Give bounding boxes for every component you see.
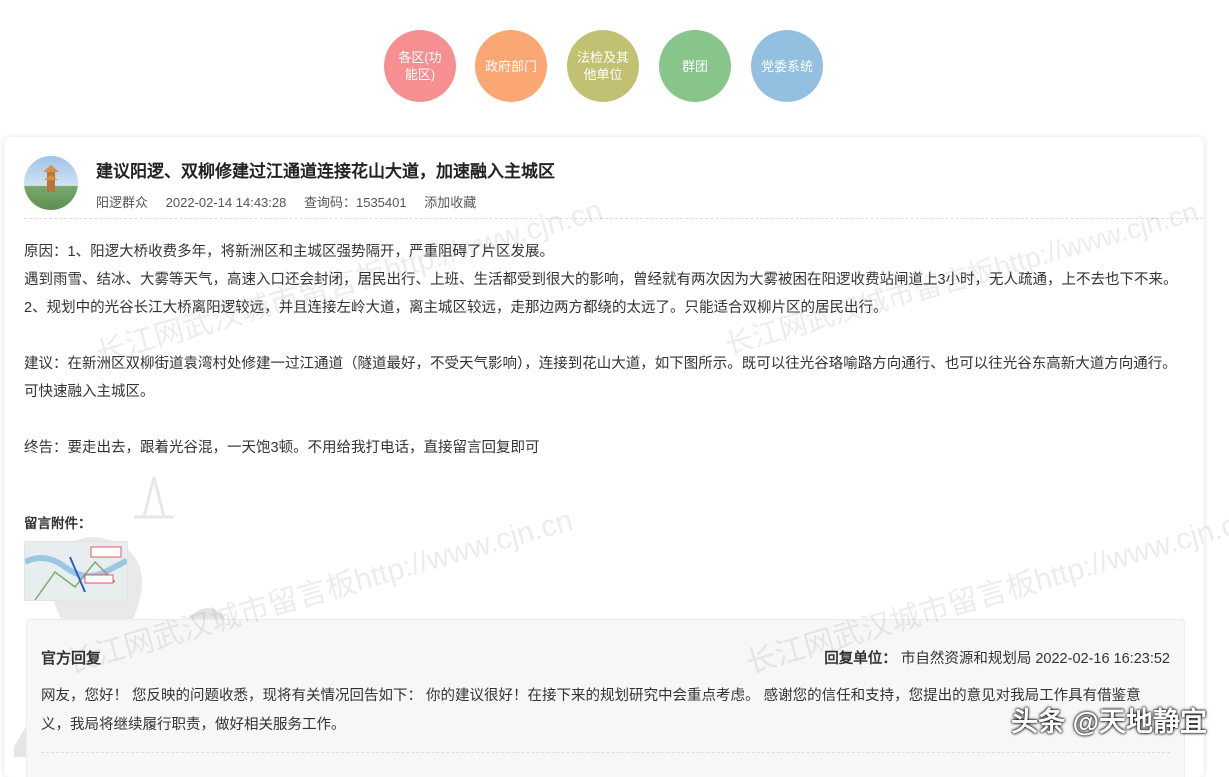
divider [41, 752, 1170, 753]
nav-government[interactable]: 政府部门 [475, 30, 547, 102]
content-paragraph: 原因：1、阳逻大桥收费多年，将新洲区和主城区强势隔开，严重阻碍了片区发展。 [24, 244, 555, 260]
content-paragraph: 2、规划中的光谷长江大桥离阳逻较远，并且连接左岭大道，离主城区较远，走那边两方都… [24, 300, 888, 316]
post-author[interactable]: 阳逻群众 [96, 195, 148, 210]
content-paragraph: 终告：要走出去，跟着光谷混，一天饱3顿。不用给我打电话，直接留言回复即可 [24, 440, 540, 456]
reply-unit-label: 回复单位： [824, 651, 897, 667]
nav-party-system[interactable]: 党委系统 [751, 30, 823, 102]
nav-courts-others[interactable]: 法检及其他单位 [567, 30, 639, 102]
reply-unit-value: 市自然资源和规划局 2022-02-16 16:23:52 [900, 651, 1170, 667]
official-reply: 官方回复 回复单位： 市自然资源和规划局 2022-02-16 16:23:52… [26, 619, 1185, 777]
divider [24, 218, 1204, 219]
add-favorite-link[interactable]: 添加收藏 [424, 195, 476, 210]
attachment-map-thumbnail[interactable] [24, 541, 128, 601]
reply-unit: 回复单位： 市自然资源和规划局 2022-02-16 16:23:52 [824, 647, 1170, 668]
post-query-code: 查询码：1535401 [303, 195, 407, 210]
corner-watermark: 头条 @天地静宜 [1011, 707, 1207, 737]
post-content: 原因：1、阳逻大桥收费多年，将新洲区和主城区强势隔开，严重阻碍了片区发展。 遇到… [24, 238, 1184, 462]
content-paragraph: 遇到雨雪、结冰、大雾等天气，高速入口还会封闭，居民出行、上班、生活都受到很大的影… [24, 272, 1178, 288]
post-meta: 阳逻群众 2022-02-14 14:43:28 查询码：1535401 添加收… [96, 192, 490, 211]
post-datetime: 2022-02-14 14:43:28 [165, 195, 287, 210]
reply-heading: 官方回复 [41, 650, 102, 667]
author-avatar [24, 156, 78, 210]
nav-districts[interactable]: 各区(功能区) [384, 30, 456, 102]
post-title: 建议阳逻、双柳修建过江通道连接花山大道，加速融入主城区 [96, 162, 555, 181]
nav-mass-organizations[interactable]: 群团 [659, 30, 731, 102]
attachment-label: 留言附件： [24, 516, 92, 531]
post-card: 建议阳逻、双柳修建过江通道连接花山大道，加速融入主城区 阳逻群众 2022-02… [4, 137, 1204, 777]
content-paragraph: 建议：在新洲区双柳街道袁湾村处修建一过江通道（隧道最好，不受天气影响），连接到花… [24, 356, 1177, 400]
reply-body: 网友，您好！ 您反映的问题收悉，现将有关情况回告如下： 你的建议很好！在接下来的… [41, 688, 1141, 733]
category-nav: 各区(功能区) 政府部门 法检及其他单位 群团 党委系统 [0, 30, 1229, 102]
